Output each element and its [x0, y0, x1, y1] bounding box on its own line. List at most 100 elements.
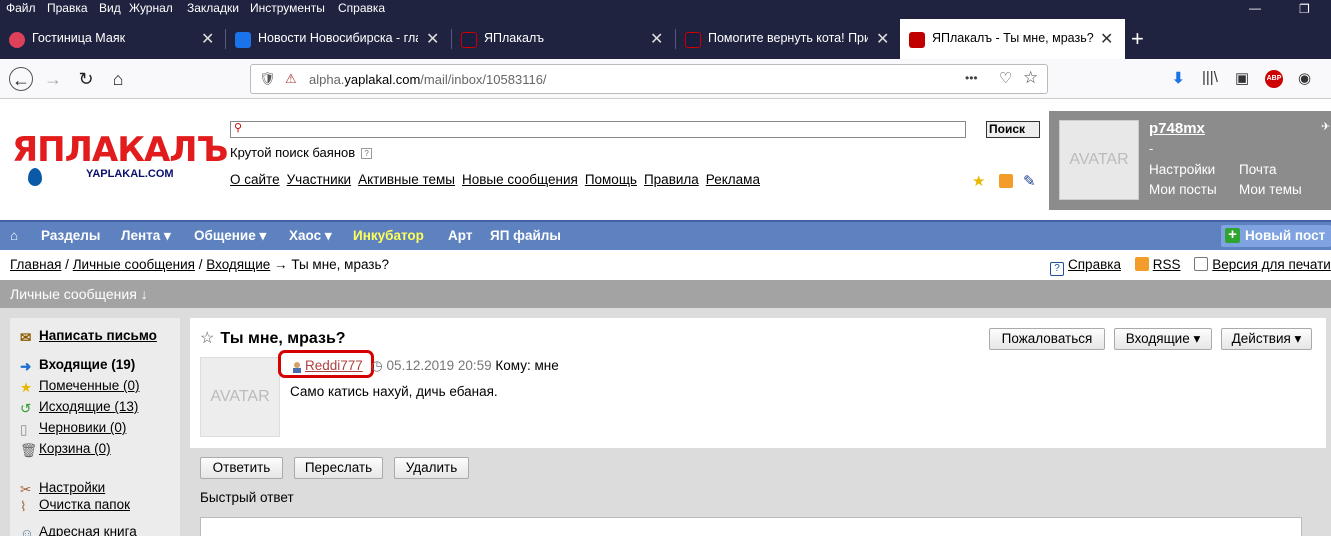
rss-link[interactable]: RSS [1153, 257, 1181, 272]
user-mail-link[interactable]: Почта [1239, 162, 1277, 177]
account-icon[interactable]: ◉ [1298, 69, 1311, 87]
folder-label[interactable]: Исходящие (13) [39, 399, 138, 414]
user-avatar[interactable]: AVATAR [1059, 120, 1139, 200]
search-button[interactable]: Поиск [986, 121, 1040, 138]
close-icon[interactable]: ✕ [201, 29, 214, 49]
shield-icon[interactable]: 🛡 [259, 71, 276, 87]
star-icon[interactable]: ☆ [200, 330, 214, 347]
bookmark-star-icon[interactable]: ☆ [1023, 68, 1038, 88]
addressbook-link[interactable]: Адресная книга [39, 524, 137, 536]
folder-label[interactable]: Черновики (0) [39, 420, 126, 435]
link-active-topics[interactable]: Активные темы [358, 172, 455, 187]
user-posts-link[interactable]: Мои посты [1149, 182, 1217, 197]
tab-news[interactable]: Новости Новосибирска - главн ✕ [226, 19, 451, 59]
section-header[interactable]: Личные сообщения ↓ [0, 280, 1331, 308]
folder-starred[interactable]: ★ Помеченные (0) [20, 378, 139, 395]
menu-files[interactable]: ЯП файлы [490, 228, 561, 243]
actions-dropdown[interactable]: Действия ▾ [1221, 328, 1312, 350]
folder-label[interactable]: Помеченные (0) [39, 378, 139, 393]
addressbook-item[interactable]: ☺ Адресная книга [20, 524, 137, 536]
close-icon[interactable]: ✕ [650, 29, 663, 49]
page-actions-icon[interactable]: ••• [965, 71, 978, 85]
menu-chaos[interactable]: Хаос ▾ [289, 228, 332, 244]
menu-file[interactable]: Файл [6, 1, 36, 15]
pocket-icon[interactable]: ♡ [999, 69, 1012, 87]
folder-drafts[interactable]: ▯ Черновики (0) [20, 420, 126, 437]
menu-art[interactable]: Арт [448, 228, 472, 243]
home-icon[interactable]: ⌂ [106, 67, 130, 91]
sidebar-icon[interactable]: ▣ [1235, 69, 1249, 87]
new-post-button[interactable]: + Новый пост [1221, 225, 1331, 247]
link-members[interactable]: Участники [287, 172, 352, 187]
delete-button[interactable]: Удалить [394, 457, 469, 479]
search-input[interactable]: ⚲ [230, 121, 966, 138]
crumb-home[interactable]: Главная [10, 257, 61, 272]
link-about[interactable]: О сайте [230, 172, 280, 187]
new-tab-icon[interactable]: + [1131, 26, 1144, 52]
forward-icon[interactable]: → [41, 67, 65, 91]
compose-link[interactable]: Написать письмо [39, 328, 157, 343]
logout-icon[interactable]: ✈ [1321, 120, 1330, 133]
close-icon[interactable]: ✕ [426, 29, 439, 49]
menu-tools[interactable]: Инструменты [250, 1, 325, 15]
link-help[interactable]: Помощь [585, 172, 637, 187]
site-logo[interactable]: ЯПЛАКАЛЪ YAPLAKAL.COM [12, 132, 228, 186]
crumb-inbox[interactable]: Входящие [206, 257, 270, 272]
link-ads[interactable]: Реклама [706, 172, 760, 187]
username-link[interactable]: p748mx [1149, 120, 1205, 137]
close-icon[interactable]: ✕ [876, 29, 889, 49]
adblock-icon[interactable]: ABP [1265, 70, 1283, 88]
close-icon[interactable]: ✕ [1100, 29, 1113, 49]
sender-avatar[interactable]: AVATAR [200, 357, 280, 437]
folder-trash[interactable]: 🗑 Корзина (0) [20, 441, 111, 458]
library-icon[interactable]: |||\ [1202, 69, 1218, 86]
crumb-pm[interactable]: Личные сообщения [73, 257, 195, 272]
print-link[interactable]: Версия для печати [1212, 257, 1331, 272]
url-text[interactable]: alpha.yaplakal.com/mail/inbox/10583116/ [309, 72, 547, 87]
rss-icon[interactable] [999, 174, 1013, 188]
clean-item[interactable]: ⌇ Очистка папок [20, 497, 130, 514]
reload-icon[interactable]: ↻ [74, 67, 98, 91]
user-topics-link[interactable]: Мои темы [1239, 182, 1302, 197]
menu-edit[interactable]: Правка [47, 1, 88, 15]
inbox-dropdown[interactable]: Входящие ▾ [1114, 328, 1212, 350]
insecure-lock-icon[interactable]: ⚠ [285, 71, 297, 87]
report-button[interactable]: Пожаловаться [989, 328, 1105, 350]
tab-yaplakal[interactable]: ЯПлакалъ ✕ [452, 19, 674, 59]
settings-link[interactable]: Настройки [39, 480, 105, 495]
forward-button[interactable]: Переслать [294, 457, 383, 479]
tab-current[interactable]: ЯПлакалъ - Ты мне, мразь? ✕ [900, 19, 1125, 59]
menu-bookmarks[interactable]: Закладки [187, 1, 239, 15]
url-bar[interactable]: 🛡 ⚠ alpha.yaplakal.com/mail/inbox/105831… [250, 64, 1048, 94]
menu-help[interactable]: Справка [338, 1, 385, 15]
reply-button[interactable]: Ответить [200, 457, 283, 479]
menu-talk[interactable]: Общение ▾ [194, 228, 266, 244]
link-new-messages[interactable]: Новые сообщения [462, 172, 578, 187]
menu-feed[interactable]: Лента ▾ [121, 228, 171, 244]
help-link[interactable]: Справка [1068, 257, 1121, 272]
tab-gostinitsa[interactable]: Гостиница Маяк ✕ [0, 19, 225, 59]
user-settings-link[interactable]: Настройки [1149, 162, 1215, 177]
link-rules[interactable]: Правила [644, 172, 699, 187]
clean-link[interactable]: Очистка папок [39, 497, 130, 512]
sender-link[interactable]: Reddi777 [305, 358, 363, 373]
menu-sections[interactable]: Разделы [41, 228, 100, 243]
menu-view[interactable]: Вид [99, 1, 121, 15]
settings-item[interactable]: ✂ Настройки [20, 480, 105, 497]
minimize-button[interactable]: — [1249, 1, 1261, 15]
folder-label[interactable]: Корзина (0) [39, 441, 111, 456]
help-icon[interactable]: ? [361, 148, 373, 160]
quick-reply-input[interactable] [200, 517, 1302, 536]
favorite-star-icon[interactable]: ★ [972, 172, 985, 190]
menu-incubator[interactable]: Инкубатор [353, 228, 424, 243]
menu-history[interactable]: Журнал [129, 1, 173, 15]
compose-item[interactable]: ✉ Написать письмо [20, 328, 157, 345]
tab-cat[interactable]: Помогите вернуть кота! Прин ✕ [676, 19, 900, 59]
folder-outbox[interactable]: ↺ Исходящие (13) [20, 399, 138, 416]
back-icon[interactable]: ← [9, 67, 33, 91]
download-icon[interactable]: ⬇ [1172, 69, 1185, 87]
pen-icon[interactable]: ✎ [1023, 172, 1036, 190]
maximize-button[interactable]: ❐ [1299, 2, 1310, 16]
folder-inbox[interactable]: ➜ Входящие (19) [20, 357, 135, 374]
home-icon[interactable]: ⌂ [10, 228, 18, 243]
